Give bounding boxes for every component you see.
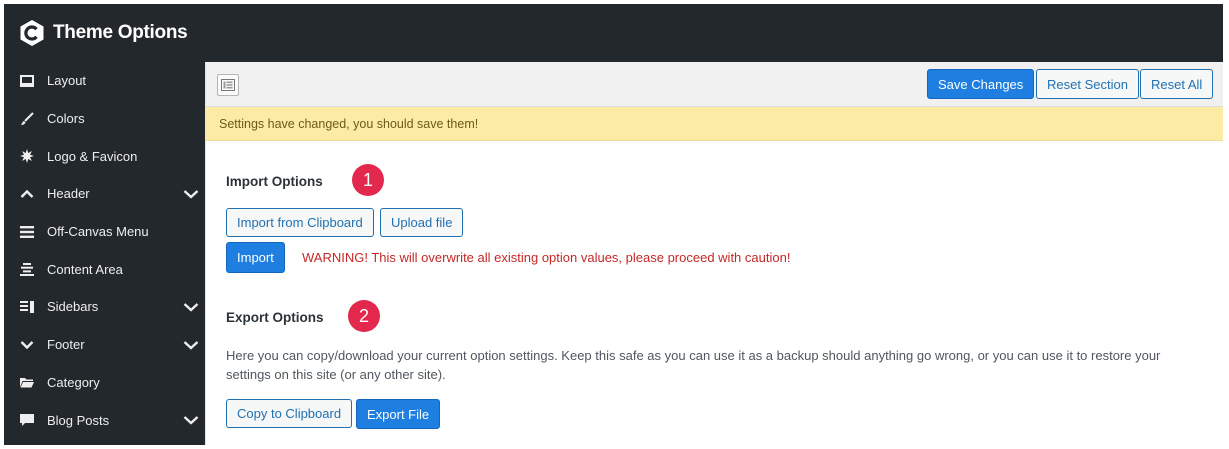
comment-icon xyxy=(19,412,35,428)
chevron-down-icon[interactable] xyxy=(183,337,199,353)
import-warning-text: WARNING! This will overwrite all existin… xyxy=(302,250,791,265)
sidebar-item-footer[interactable]: Footer xyxy=(4,326,205,364)
sidebar-item-label: Sidebars xyxy=(47,299,99,315)
reset-all-button[interactable]: Reset All xyxy=(1140,69,1214,99)
export-file-button[interactable]: Export File xyxy=(356,399,441,429)
list-view-icon xyxy=(221,79,235,91)
export-description: Here you can copy/download your current … xyxy=(226,348,1161,382)
sidebar-item-label: Logo & Favicon xyxy=(47,148,138,164)
upload-file-button[interactable]: Upload file xyxy=(380,208,464,237)
options-toolbar: Save Changes Reset Section Reset All xyxy=(206,62,1223,107)
reset-section-button[interactable]: Reset Section xyxy=(1036,69,1139,99)
export-options-title: Export Options xyxy=(226,310,324,325)
step-badge-2: 2 xyxy=(348,300,380,332)
sidebar-item-colors[interactable]: Colors xyxy=(4,100,205,138)
sidebar-item-blog-posts[interactable]: Blog Posts xyxy=(4,401,205,439)
theme-logo-icon xyxy=(19,19,45,47)
expand-options-toggle[interactable] xyxy=(217,74,239,96)
theme-options-window: Theme Options Layout Colors Logo & Favic… xyxy=(4,4,1223,445)
align-center-icon xyxy=(19,261,35,277)
import-options-title: Import Options xyxy=(226,174,323,189)
sidebar-item-layout[interactable]: Layout xyxy=(4,62,205,100)
step-badge-1: 1 xyxy=(352,164,384,196)
sidebar-item-header[interactable]: Header xyxy=(4,175,205,213)
import-button[interactable]: Import xyxy=(226,242,285,273)
sidebar-item-off-canvas-menu[interactable]: Off-Canvas Menu xyxy=(4,213,205,251)
chevron-down-icon[interactable] xyxy=(183,186,199,202)
top-bar: Theme Options xyxy=(4,4,1223,62)
layout-icon xyxy=(19,73,35,89)
brush-icon xyxy=(19,111,35,127)
save-changes-button[interactable]: Save Changes xyxy=(927,69,1035,99)
chevron-down-icon xyxy=(19,337,35,353)
sidebar-item-label: Blog Posts xyxy=(47,412,110,428)
sidebar-item-label: Off-Canvas Menu xyxy=(47,224,149,240)
chevron-up-icon xyxy=(19,186,35,202)
sidebar-item-label: Header xyxy=(47,186,90,202)
copy-to-clipboard-button[interactable]: Copy to Clipboard xyxy=(226,399,353,428)
sidebar-icon xyxy=(19,299,35,315)
sidebar: Layout Colors Logo & Favicon Header Off-… xyxy=(4,62,205,445)
app-title: Theme Options xyxy=(53,22,188,43)
main-content: Save Changes Reset Section Reset All Set… xyxy=(205,62,1223,445)
sidebar-item-label: Category xyxy=(47,374,100,390)
sidebar-item-label: Content Area xyxy=(47,261,123,277)
sun-burst-icon xyxy=(19,148,35,164)
sidebar-item-label: Footer xyxy=(47,337,85,353)
menu-icon xyxy=(19,224,35,240)
sidebar-item-label: Layout xyxy=(47,73,87,89)
folder-icon xyxy=(19,374,35,390)
chevron-down-icon[interactable] xyxy=(183,412,199,428)
sidebar-item-content-area[interactable]: Content Area xyxy=(4,250,205,288)
sidebar-item-sidebars[interactable]: Sidebars xyxy=(4,288,205,326)
chevron-down-icon[interactable] xyxy=(183,299,199,315)
sidebar-item-category[interactable]: Category xyxy=(4,364,205,402)
sidebar-item-label: Colors xyxy=(47,111,85,127)
unsaved-changes-notice: Settings have changed, you should save t… xyxy=(206,107,1223,141)
import-from-clipboard-button[interactable]: Import from Clipboard xyxy=(226,208,374,237)
sidebar-item-logo-favicon[interactable]: Logo & Favicon xyxy=(4,137,205,175)
